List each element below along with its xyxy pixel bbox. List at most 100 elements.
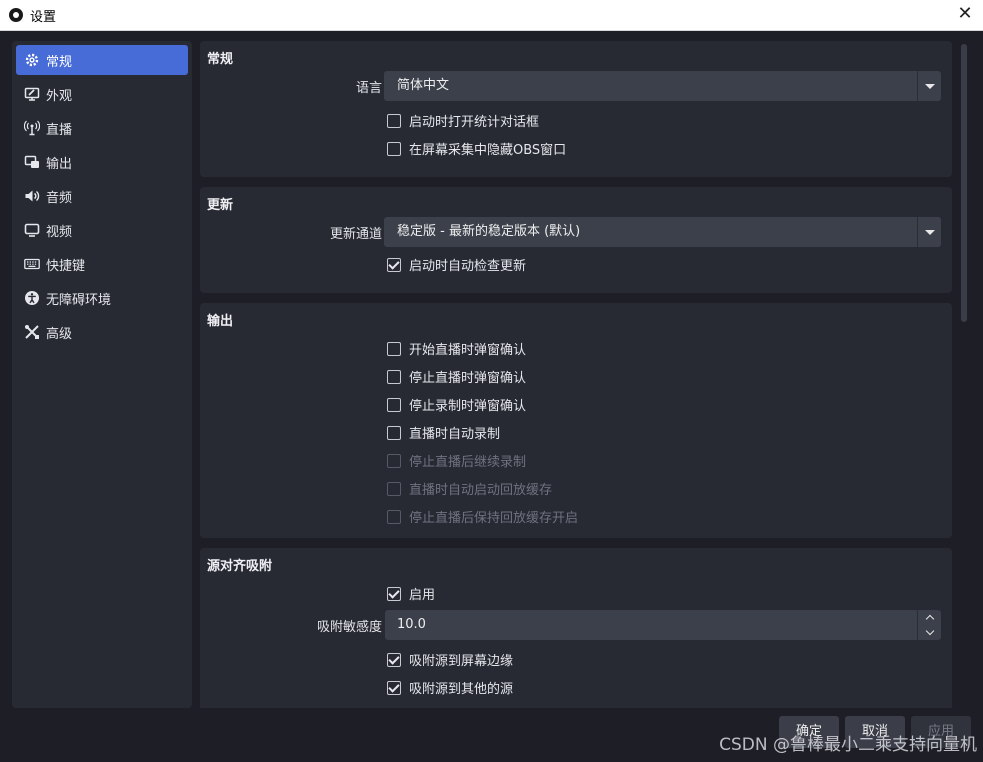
- obs-logo-icon: [9, 8, 23, 22]
- close-icon[interactable]: ✕: [957, 5, 973, 23]
- open-stats-checkbox[interactable]: 启动时打开统计对话框: [387, 111, 539, 130]
- sidebar-item-label: 无障碍环境: [46, 292, 112, 308]
- section-title: 更新: [207, 198, 234, 213]
- sensitivity-label: 吸附敏感度: [316, 620, 382, 635]
- accessibility-icon: [24, 290, 40, 306]
- sidebar-item-label: 外观: [46, 88, 73, 104]
- sidebar-item-video[interactable]: 视频: [16, 215, 188, 245]
- chevron-up-icon[interactable]: [918, 610, 941, 625]
- sidebar-item-stream[interactable]: 直播: [16, 113, 188, 143]
- sensitivity-spinbox[interactable]: 10.0: [385, 610, 941, 640]
- checkbox-box: [387, 481, 401, 496]
- language-select[interactable]: 简体中文: [384, 71, 941, 101]
- sidebar-item-label: 输出: [46, 156, 73, 172]
- checkbox-box[interactable]: [387, 141, 401, 156]
- sensitivity-value: 10.0: [397, 617, 426, 632]
- checkbox-row: 开始直播时弹窗确认: [200, 335, 952, 363]
- confirm-start-stream-checkbox[interactable]: 开始直播时弹窗确认: [387, 339, 526, 358]
- keep-recording-checkbox: 停止直播后继续录制: [387, 451, 526, 470]
- language-value: 简体中文: [397, 78, 450, 93]
- speaker-icon: [24, 188, 40, 204]
- checkbox-box[interactable]: [387, 397, 401, 412]
- sidebar-item-audio[interactable]: 音频: [16, 181, 188, 211]
- confirm-stop-record-checkbox[interactable]: 停止录制时弹窗确认: [387, 395, 526, 414]
- vertical-scrollbar[interactable]: [958, 41, 970, 708]
- sidebar-item-hotkeys[interactable]: 快捷键: [16, 249, 188, 279]
- update-channel-label: 更新通道: [329, 227, 382, 242]
- snapping-enable-checkbox[interactable]: 启用: [387, 584, 435, 603]
- checkbox-row: 在屏幕采集中隐藏OBS窗口: [200, 135, 952, 163]
- sidebar-item-label: 快捷键: [46, 258, 86, 274]
- checkbox-box[interactable]: [387, 652, 401, 667]
- keyboard-icon: [24, 256, 40, 272]
- chevron-down-icon[interactable]: [917, 71, 941, 101]
- snap-to-sources-checkbox[interactable]: 吸附源到其他的源: [387, 678, 513, 697]
- checkbox-label: 直播时自动录制: [409, 427, 501, 442]
- checkbox-box[interactable]: [387, 113, 401, 128]
- checkbox-row: 启动时自动检查更新: [200, 251, 952, 279]
- snap-to-edges-checkbox[interactable]: 吸附源到屏幕边缘: [387, 650, 513, 669]
- sidebar-item-advanced[interactable]: 高级: [16, 317, 188, 347]
- checkbox-box[interactable]: [387, 680, 401, 695]
- appearance-icon: [24, 86, 40, 102]
- chevron-down-icon[interactable]: [917, 217, 941, 247]
- checkbox-box[interactable]: [387, 369, 401, 384]
- checkbox-box[interactable]: [387, 257, 401, 272]
- checkbox-label: 在屏幕采集中隐藏OBS窗口: [409, 143, 567, 158]
- checkbox-label: 停止直播后保持回放缓存开启: [409, 511, 579, 526]
- update-channel-select[interactable]: 稳定版 - 最新的稳定版本 (默认): [384, 217, 941, 247]
- sidebar-item-accessibility[interactable]: 无障碍环境: [16, 283, 188, 313]
- title-bar: 设置 ✕: [0, 0, 983, 31]
- checkbox-label: 直播时自动启动回放缓存: [409, 483, 553, 498]
- auto-check-updates-checkbox[interactable]: 启动时自动检查更新: [387, 255, 526, 274]
- sidebar-item-output[interactable]: 输出: [16, 147, 188, 177]
- monitor-icon: [24, 222, 40, 238]
- checkbox-label: 启动时自动检查更新: [409, 259, 527, 274]
- hide-obs-checkbox[interactable]: 在屏幕采集中隐藏OBS窗口: [387, 139, 566, 158]
- checkbox-row: 启用: [200, 580, 952, 608]
- checkbox-box: [387, 453, 401, 468]
- confirm-stop-stream-checkbox[interactable]: 停止直播时弹窗确认: [387, 367, 526, 386]
- checkbox-row: 直播时自动录制: [200, 419, 952, 447]
- checkbox-row: 直播时自动启动回放缓存: [200, 475, 952, 503]
- update-channel-row: 更新通道 稳定版 - 最新的稳定版本 (默认): [200, 217, 952, 251]
- checkbox-box[interactable]: [387, 586, 401, 601]
- watermark-text: CSDN @鲁棒最小二乘支持向量机: [719, 735, 977, 755]
- scrollbar-thumb[interactable]: [961, 44, 967, 322]
- sidebar-item-appearance[interactable]: 外观: [16, 79, 188, 109]
- section-snapping: 源对齐吸附 启用 吸附敏感度 10.0 吸附源到屏幕边缘 吸附源到其他的源: [200, 548, 952, 708]
- window-title: 设置: [30, 9, 57, 25]
- sidebar-item-general[interactable]: 常规: [16, 45, 188, 75]
- gear-icon: [24, 52, 40, 68]
- checkbox-row: 停止录制时弹窗确认: [200, 391, 952, 419]
- spin-arrows: [917, 610, 941, 640]
- settings-client: 常规 外观 直播 输出 音频 视频 快捷键 无障碍环境 高级 常规 语言 简体中…: [0, 31, 983, 762]
- checkbox-label: 停止直播后继续录制: [409, 455, 527, 470]
- auto-replay-buffer-checkbox: 直播时自动启动回放缓存: [387, 479, 552, 498]
- section-general: 常规 语言 简体中文 启动时打开统计对话框 在屏幕采集中隐藏OBS窗口: [200, 41, 952, 177]
- sidebar-item-label: 直播: [46, 122, 73, 138]
- broadcast-icon: [24, 120, 40, 136]
- chevron-down-icon[interactable]: [918, 625, 941, 640]
- checkbox-label: 启用: [409, 588, 436, 603]
- checkbox-label: 停止录制时弹窗确认: [409, 399, 527, 414]
- checkbox-box[interactable]: [387, 425, 401, 440]
- language-label: 语言: [355, 81, 382, 96]
- section-update: 更新 更新通道 稳定版 - 最新的稳定版本 (默认) 启动时自动检查更新: [200, 187, 952, 293]
- sidebar-item-label: 常规: [46, 54, 73, 70]
- section-title: 常规: [207, 52, 234, 67]
- tools-icon: [24, 324, 40, 340]
- auto-record-checkbox[interactable]: 直播时自动录制: [387, 423, 500, 442]
- checkbox-row: 启动时打开统计对话框: [200, 107, 952, 135]
- language-row: 语言 简体中文: [200, 71, 952, 107]
- checkbox-box[interactable]: [387, 341, 401, 356]
- checkbox-label: 吸附源到屏幕边缘: [409, 654, 514, 669]
- checkbox-row: 吸附源到屏幕边缘: [200, 646, 952, 674]
- section-title: 输出: [207, 314, 234, 329]
- sidebar-item-label: 高级: [46, 326, 73, 342]
- checkbox-row: 吸附源到其他的源: [200, 674, 952, 702]
- checkbox-row: 停止直播时弹窗确认: [200, 363, 952, 391]
- sidebar-item-label: 视频: [46, 224, 73, 240]
- checkbox-label: 启动时打开统计对话框: [409, 115, 540, 130]
- checkbox-row: 停止直播后保持回放缓存开启: [200, 503, 952, 531]
